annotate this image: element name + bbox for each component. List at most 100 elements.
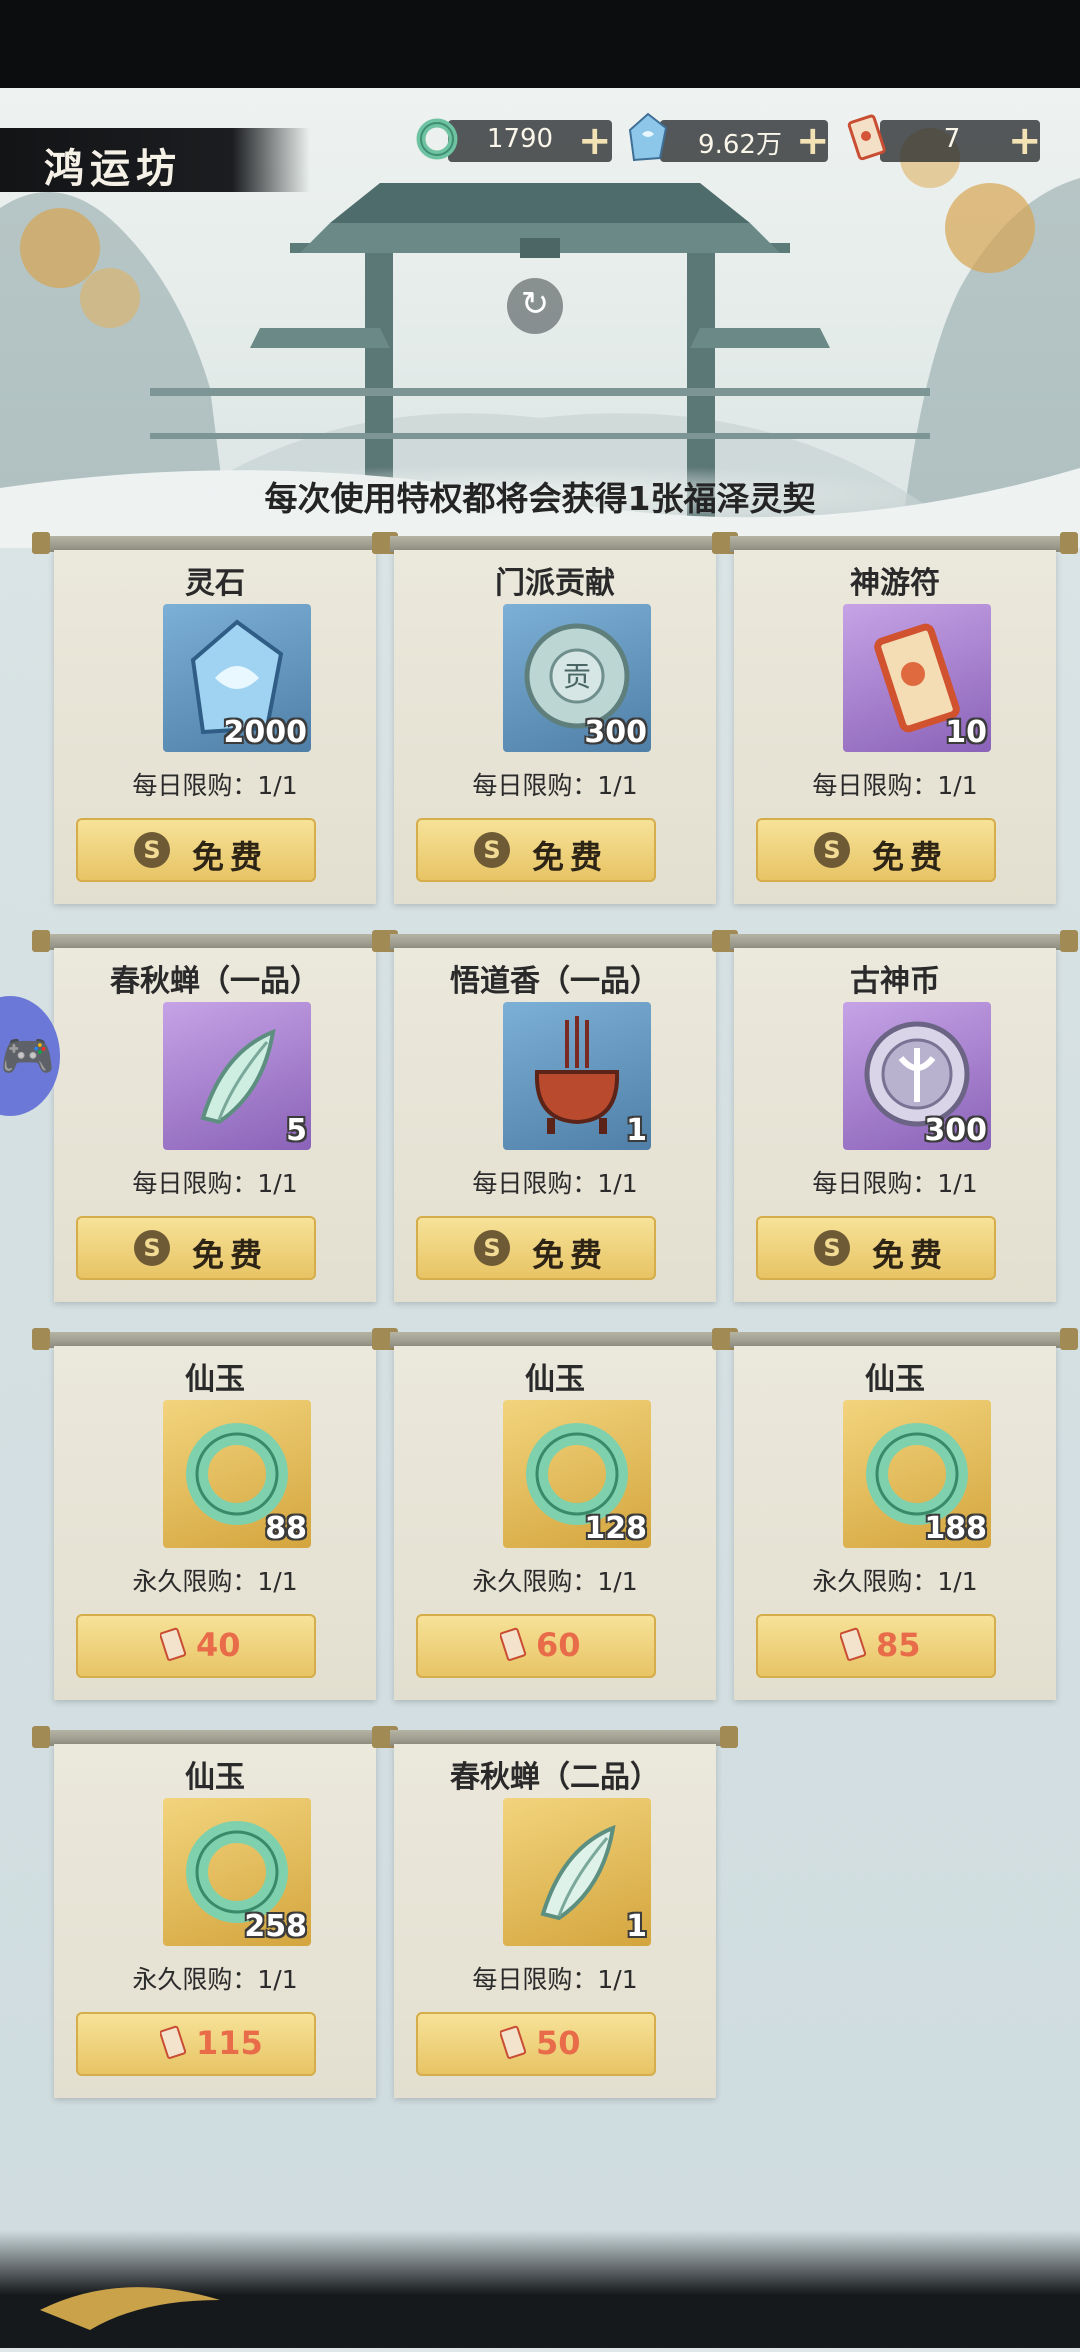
purchase-limit: 每日限购：1/1 xyxy=(472,1169,638,1198)
item-quantity: 5 xyxy=(286,1113,307,1148)
item-icon-slot[interactable]: 2000 xyxy=(163,604,311,752)
price-label: 85 xyxy=(876,1626,921,1664)
free-claim-button[interactable]: S 免费 xyxy=(756,818,996,882)
item-icon-slot[interactable]: 5 xyxy=(163,1002,311,1150)
free-claim-button[interactable]: S 免费 xyxy=(76,1216,316,1280)
privilege-notice: 每次使用特权都将会获得1张福泽灵契 xyxy=(264,479,816,518)
button-label: 免费 xyxy=(192,838,269,876)
jade-ring-icon xyxy=(416,118,458,160)
item-name: 仙玉 xyxy=(185,1760,245,1795)
dragon-emblem-icon: S xyxy=(814,832,850,868)
free-claim-button[interactable]: S 免费 xyxy=(416,1216,656,1280)
gold-brush-decoration xyxy=(40,2287,220,2330)
item-quantity: 188 xyxy=(924,1511,987,1546)
svg-text:贡: 贡 xyxy=(563,660,591,693)
purchase-limit: 每日限购：1/1 xyxy=(132,771,298,800)
talisman-ticket-icon xyxy=(500,2025,527,2059)
free-claim-button[interactable]: S 免费 xyxy=(416,818,656,882)
resource-ticket-value: 7 xyxy=(943,124,961,154)
item-name: 春秋蝉（一品） xyxy=(110,964,320,999)
item-name: 古神币 xyxy=(850,964,940,999)
buy-button[interactable]: 40 xyxy=(76,1614,316,1678)
purchase-limit: 永久限购：1/1 xyxy=(812,1567,978,1596)
shop-card: 仙玉 258 永久限购：1/1 115 xyxy=(32,1726,398,2098)
item-icon-slot[interactable]: 1 xyxy=(503,1002,651,1150)
buy-button[interactable]: 50 xyxy=(416,2012,656,2076)
purchase-limit: 永久限购：1/1 xyxy=(132,1567,298,1596)
item-quantity: 128 xyxy=(584,1511,647,1546)
free-claim-button[interactable]: S 免费 xyxy=(756,1216,996,1280)
spirit-stone-icon xyxy=(628,112,668,162)
item-quantity: 88 xyxy=(265,1511,307,1546)
buy-button[interactable]: 60 xyxy=(416,1614,656,1678)
item-icon-slot[interactable]: 1 xyxy=(503,1798,651,1946)
shop-card: 仙玉 88 永久限购：1/1 40 xyxy=(32,1328,398,1700)
button-label: 免费 xyxy=(532,838,609,876)
shop-card: 悟道香（一品） 1 每日限购：1/1 S 免费 xyxy=(372,930,738,1302)
gamepad-icon: 🎮 xyxy=(0,1031,55,1082)
buy-button[interactable]: 85 xyxy=(756,1614,996,1678)
dragon-emblem-icon: S xyxy=(814,1230,850,1266)
shop-card: 仙玉 188 永久限购：1/1 85 xyxy=(712,1328,1078,1700)
system-top-bar xyxy=(0,0,1080,88)
button-label: 免费 xyxy=(872,1236,949,1274)
page-title: 鸿运坊 xyxy=(44,146,182,192)
shop-card: 春秋蝉（一品） 5 每日限购：1/1 S 免费 xyxy=(32,930,398,1302)
button-label: 免费 xyxy=(192,1236,269,1274)
shop-card: 神游符 10 每日限购：1/1 S 免费 xyxy=(712,532,1078,904)
talisman-ticket-icon xyxy=(840,1627,867,1661)
resource-stone-value: 9.62万 xyxy=(698,130,782,160)
free-claim-button[interactable]: S 免费 xyxy=(76,818,316,882)
talisman-ticket-icon xyxy=(160,2025,187,2059)
dragon-emblem-icon: S xyxy=(474,1230,510,1266)
dragon-emblem-icon: S xyxy=(134,832,170,868)
item-quantity: 2000 xyxy=(223,715,308,750)
item-quantity: 258 xyxy=(244,1909,307,1944)
purchase-limit: 每日限购：1/1 xyxy=(812,1169,978,1198)
item-icon-slot[interactable]: 188 xyxy=(843,1400,991,1548)
dragon-emblem-icon: S xyxy=(134,1230,170,1266)
purchase-limit: 每日限购：1/1 xyxy=(132,1169,298,1198)
purchase-limit: 永久限购：1/1 xyxy=(472,1567,638,1596)
item-icon-slot[interactable]: 88 xyxy=(163,1400,311,1548)
item-name: 仙玉 xyxy=(525,1362,585,1397)
item-name: 神游符 xyxy=(850,566,940,601)
button-label: 免费 xyxy=(532,1236,609,1274)
item-name: 灵石 xyxy=(185,566,245,601)
shop-card: 春秋蝉（二品） 1 每日限购：1/1 50 xyxy=(372,1726,738,2098)
item-icon-slot[interactable]: 258 xyxy=(163,1798,311,1946)
purchase-limit: 永久限购：1/1 xyxy=(132,1965,298,1994)
purchase-limit: 每日限购：1/1 xyxy=(472,771,638,800)
refresh-button[interactable]: ↻ xyxy=(507,278,563,334)
price-label: 115 xyxy=(196,2024,263,2062)
shop-card: 门派贡献 贡 300 每日限购：1/1 S 免费 xyxy=(372,532,738,904)
shop-card: 仙玉 128 永久限购：1/1 60 xyxy=(372,1328,738,1700)
dragon-emblem-icon: S xyxy=(474,832,510,868)
item-quantity: 300 xyxy=(924,1113,987,1148)
item-icon-slot[interactable]: 10 xyxy=(843,604,991,752)
item-icon-slot[interactable]: 128 xyxy=(503,1400,651,1548)
purchase-limit: 每日限购：1/1 xyxy=(812,771,978,800)
price-label: 50 xyxy=(536,2024,581,2062)
button-label: 免费 xyxy=(872,838,949,876)
item-icon-slot[interactable]: 贡 300 xyxy=(503,604,651,752)
resource-jade-value: 1790 xyxy=(486,124,554,154)
shop-card: 古神币 300 每日限购：1/1 S 免费 xyxy=(712,930,1078,1302)
item-name: 仙玉 xyxy=(865,1362,925,1397)
bottom-decoration xyxy=(0,2230,1080,2348)
item-quantity: 10 xyxy=(945,715,987,750)
purchase-limit: 每日限购：1/1 xyxy=(472,1965,638,1994)
add-ticket-button[interactable]: + xyxy=(1008,118,1042,164)
talisman-ticket-icon xyxy=(847,114,886,161)
item-name: 悟道香（一品） xyxy=(450,964,660,999)
item-name: 门派贡献 xyxy=(495,566,615,601)
shop-card: 灵石 2000 每日限购：1/1 S 免费 xyxy=(32,532,398,904)
add-stone-button[interactable]: + xyxy=(796,118,830,164)
add-jade-button[interactable]: + xyxy=(578,118,612,164)
item-quantity: 1 xyxy=(626,1909,647,1944)
price-label: 40 xyxy=(196,1626,241,1664)
buy-button[interactable]: 115 xyxy=(76,2012,316,2076)
item-name: 春秋蝉（二品） xyxy=(450,1760,660,1795)
item-icon-slot[interactable]: 300 xyxy=(843,1002,991,1150)
item-quantity: 1 xyxy=(626,1113,647,1148)
